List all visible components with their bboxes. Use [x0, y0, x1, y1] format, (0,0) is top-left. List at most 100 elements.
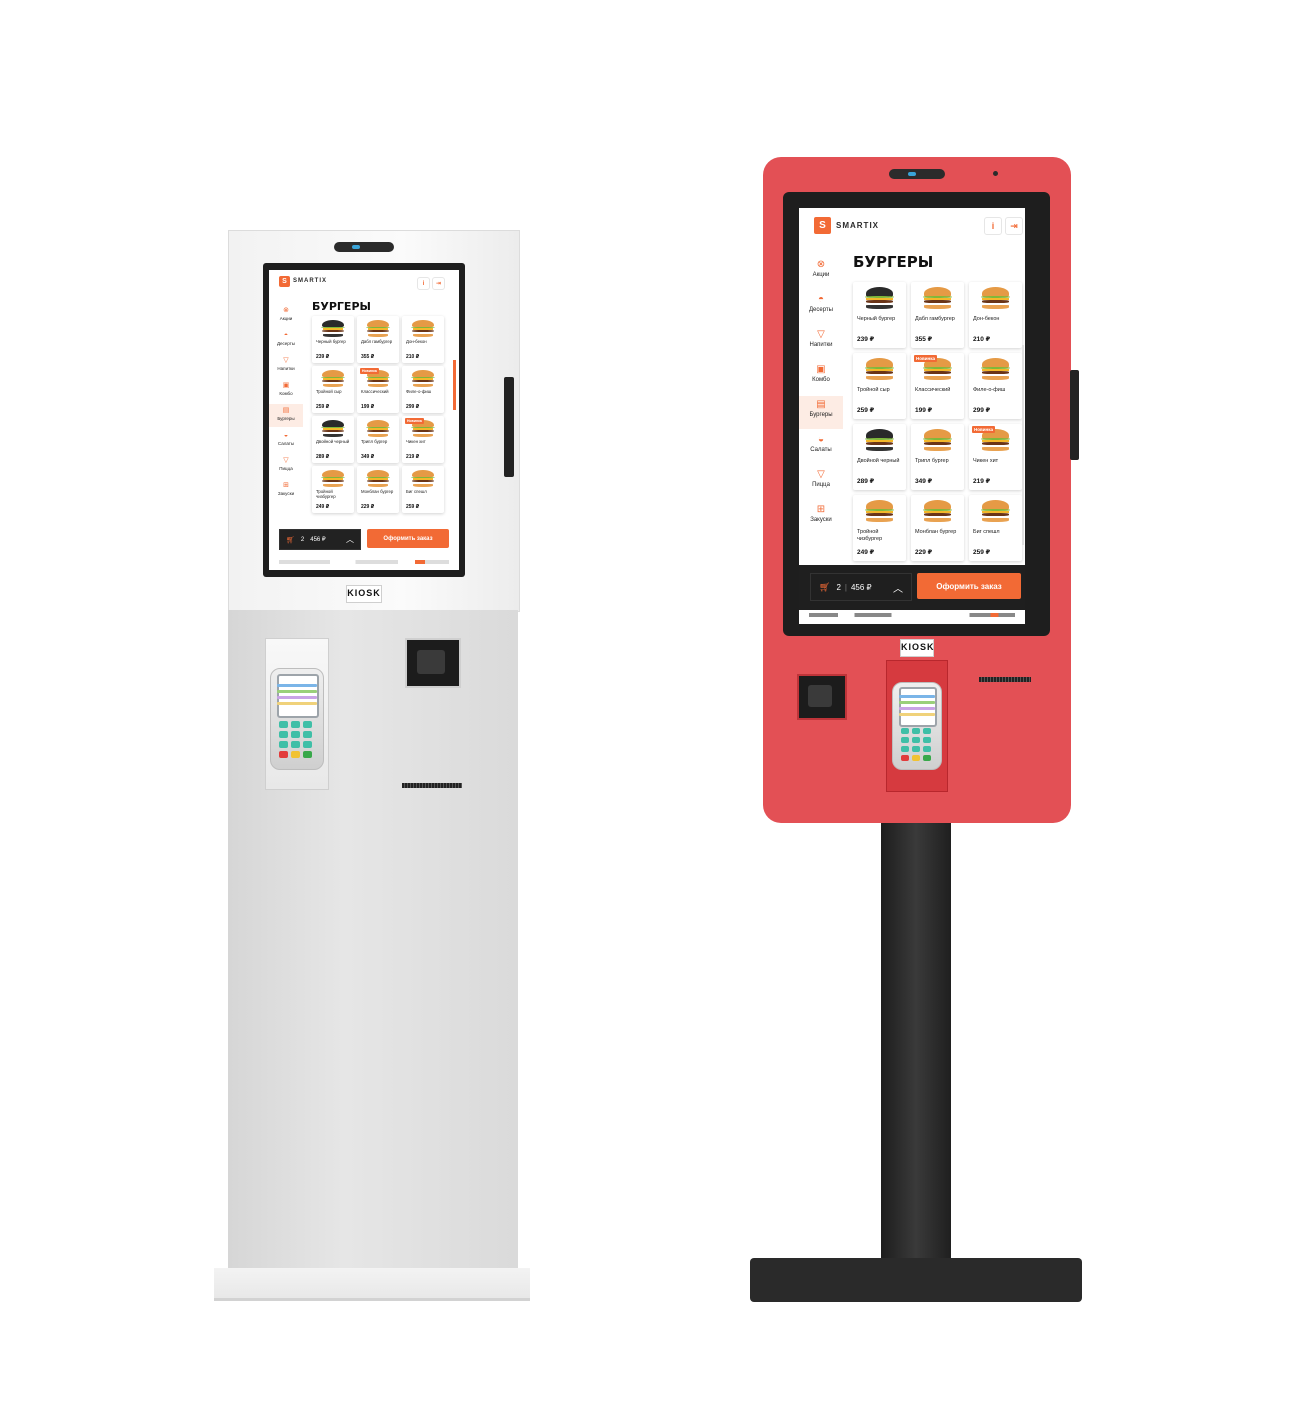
- sidebar-item-3[interactable]: ▣ Комбо: [269, 379, 303, 402]
- sidebar-item-label: Закуски: [810, 517, 832, 523]
- snack-icon: ⊞: [816, 504, 826, 515]
- cart-count: 2: [300, 536, 305, 543]
- payment-terminal[interactable]: [892, 682, 942, 770]
- order-button[interactable]: Оформить заказ: [917, 573, 1021, 599]
- product-card[interactable]: Тройной сыр 259 ₽: [312, 366, 354, 413]
- product-card[interactable]: Двойной черный 289 ₽: [312, 416, 354, 463]
- cart-bar: 🛒︎ 2 456 ₽ ︿ Оформить заказ: [269, 522, 459, 556]
- product-price: 259 ₽: [973, 548, 991, 556]
- product-card[interactable]: Тройной чизбургер 249 ₽: [853, 495, 906, 561]
- burger-image: [980, 358, 1011, 381]
- sidebar-item-label: Бургеры: [277, 416, 295, 421]
- cart-total: 456 ₽: [310, 537, 326, 543]
- order-button[interactable]: Оформить заказ: [367, 529, 449, 548]
- product-card[interactable]: Новинка Классический 199 ₽: [357, 366, 399, 413]
- sidebar-item-0[interactable]: ⊗ Акции: [269, 304, 303, 327]
- product-card[interactable]: Дабл гамбургер 355 ₽: [357, 316, 399, 363]
- info-button[interactable]: i: [417, 277, 430, 290]
- product-card[interactable]: Дон-бекон 210 ₽: [402, 316, 444, 363]
- pizza-icon: ▽: [283, 457, 289, 464]
- sidebar-item-1[interactable]: ◓ Десерты: [799, 291, 843, 324]
- product-name: Монблан бургер: [361, 489, 394, 495]
- info-icon: i: [422, 280, 425, 287]
- cup-icon: ▽: [817, 329, 825, 340]
- product-card[interactable]: Тройной чизбургер 249 ₽: [312, 466, 354, 513]
- product-name: Трипл бургер: [361, 439, 388, 445]
- sidebar-item-label: Комбо: [279, 391, 293, 396]
- burger-image: [980, 500, 1011, 523]
- product-card[interactable]: Дабл гамбургер 355 ₽: [911, 282, 964, 348]
- product-card[interactable]: Новинка Классический 199 ₽: [911, 353, 964, 419]
- product-card[interactable]: Черный бургер 239 ₽: [853, 282, 906, 348]
- cupcake-icon: ◓: [817, 294, 825, 305]
- chevron-up-icon[interactable]: ︿: [893, 580, 903, 595]
- chevron-up-icon[interactable]: ︿: [346, 534, 354, 545]
- product-card[interactable]: Филе-о-фиш 299 ₽: [969, 353, 1022, 419]
- salad-icon: ◒: [817, 434, 825, 445]
- cupcake-icon: ◓: [283, 332, 289, 339]
- product-price: 219 ₽: [973, 477, 991, 485]
- product-card[interactable]: Филе-о-фиш 299 ₽: [402, 366, 444, 413]
- burger-image: [922, 287, 953, 310]
- sidebar-item-5[interactable]: ◒ Салаты: [269, 429, 303, 452]
- screen-scroll-indicator: [453, 360, 456, 410]
- product-price: 289 ₽: [857, 477, 875, 485]
- product-card[interactable]: Биг спешл 259 ₽: [969, 495, 1022, 561]
- burger-image: [411, 469, 435, 488]
- speaker-grille: [436, 242, 464, 250]
- snack-icon: ⊞: [283, 482, 289, 489]
- sidebar: ⊗ Акции ◓ Десерты ▽ Напитки ▣ Комбо ▤ Бургеры ◒ Сал…: [269, 304, 303, 524]
- burger-image: [411, 369, 435, 388]
- cart-summary[interactable]: 🛒︎ 2 456 ₽ ︿: [279, 529, 361, 550]
- payment-terminal[interactable]: [270, 668, 324, 770]
- info-button[interactable]: i: [984, 217, 1002, 235]
- sidebar-item-3[interactable]: ▣ Комбо: [799, 361, 843, 394]
- product-card[interactable]: Биг спешл 259 ₽: [402, 466, 444, 513]
- product-card[interactable]: Тройной сыр 259 ₽: [853, 353, 906, 419]
- kiosk-label: KIOSK: [346, 585, 382, 603]
- product-card[interactable]: Монблан бургер 229 ₽: [911, 495, 964, 561]
- product-price: 259 ₽: [406, 503, 420, 510]
- cart-summary[interactable]: 🛒︎ 2 | 456 ₽ ︿: [810, 573, 912, 601]
- sidebar-item-0[interactable]: ⊗ Акции: [799, 256, 843, 289]
- sidebar-item-1[interactable]: ◓ Десерты: [269, 329, 303, 352]
- product-card[interactable]: Черный бургер 239 ₽: [312, 316, 354, 363]
- exit-button[interactable]: ⇥: [1005, 217, 1023, 235]
- product-card[interactable]: Трипл бургер 349 ₽: [911, 424, 964, 490]
- kiosk-label: KIOSK: [900, 639, 934, 657]
- sidebar-item-7[interactable]: ⊞ Закуски: [269, 479, 303, 502]
- sidebar-item-2[interactable]: ▽ Напитки: [799, 326, 843, 359]
- camera-bar: [334, 242, 394, 252]
- product-card[interactable]: Новинка Чикен хит 219 ₽: [969, 424, 1022, 490]
- terminal-keypad[interactable]: [901, 728, 931, 761]
- product-price: 259 ₽: [316, 403, 330, 410]
- terminal-row: [898, 695, 936, 698]
- product-name: Биг спешл: [973, 529, 1000, 536]
- sidebar-item-6[interactable]: ▽ Пицца: [799, 466, 843, 499]
- product-card[interactable]: Новинка Чикен хит 219 ₽: [402, 416, 444, 463]
- new-badge: Новинка: [360, 368, 379, 374]
- burger-image: [922, 429, 953, 452]
- terminal-keypad[interactable]: [279, 721, 312, 758]
- sidebar-item-5[interactable]: ◒ Салаты: [799, 431, 843, 464]
- terminal-row: [898, 707, 936, 710]
- sidebar-item-2[interactable]: ▽ Напитки: [269, 354, 303, 377]
- sidebar-item-4[interactable]: ▤ Бургеры: [269, 404, 303, 427]
- burger-image: [321, 419, 345, 438]
- product-card[interactable]: Трипл бургер 349 ₽: [357, 416, 399, 463]
- sidebar-item-label: Бургеры: [809, 412, 833, 418]
- new-badge: Новинка: [972, 426, 996, 433]
- sidebar-item-4[interactable]: ▤ Бургеры: [799, 396, 843, 429]
- speaker-grille: [847, 168, 875, 176]
- sidebar-item-7[interactable]: ⊞ Закуски: [799, 501, 843, 534]
- product-card[interactable]: Двойной черный 289 ₽: [853, 424, 906, 490]
- product-card[interactable]: Дон-бекон 210 ₽: [969, 282, 1022, 348]
- product-name: Тройной сыр: [316, 389, 342, 395]
- product-price: 249 ₽: [316, 503, 330, 510]
- sidebar-item-6[interactable]: ▽ Пицца: [269, 454, 303, 477]
- white-kiosk-screen: S SMARTIX i ⇥ ⊗ Акции ◓ Десерты ▽ Напитки ▣ Ком…: [269, 270, 459, 570]
- product-card[interactable]: Монблан бургер 229 ₽: [357, 466, 399, 513]
- exit-button[interactable]: ⇥: [432, 277, 445, 290]
- salad-icon: ◒: [283, 432, 289, 439]
- product-price: 349 ₽: [361, 453, 375, 460]
